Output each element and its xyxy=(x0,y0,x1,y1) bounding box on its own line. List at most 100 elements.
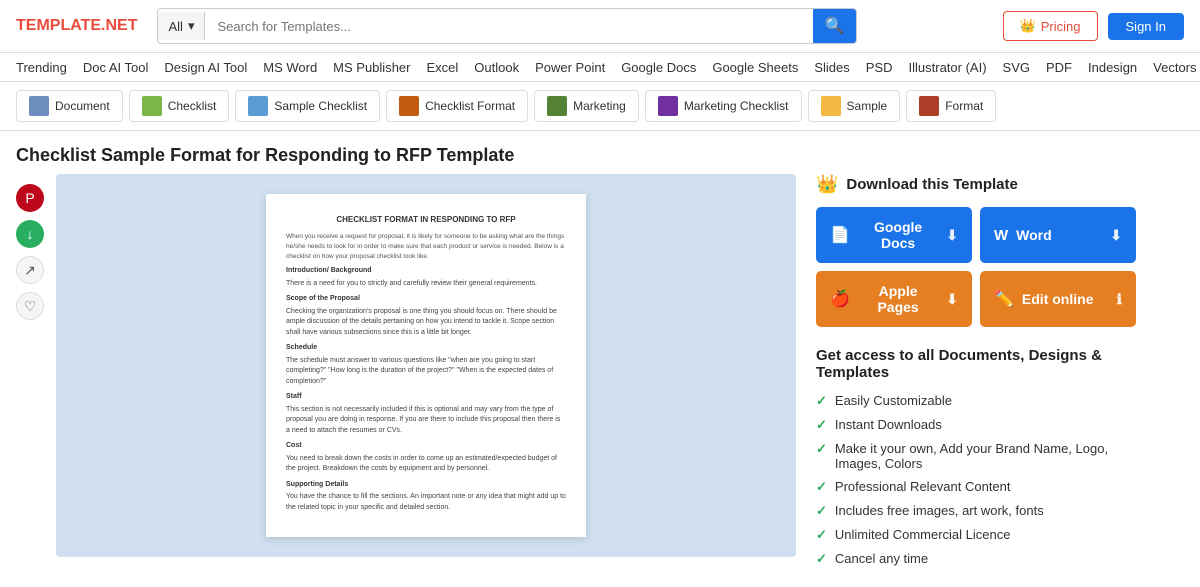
apple-pages-btn-left: 🍎 Apple Pages xyxy=(830,283,938,315)
cat-label-document: Document xyxy=(55,99,110,113)
apple-pages-label: Apple Pages xyxy=(858,283,938,315)
download-buttons-grid: 📄 Google Docs ⬇ W Word ⬇ 🍎 Apple Pages ⬇ xyxy=(816,207,1136,327)
download-apple-pages-button[interactable]: 🍎 Apple Pages ⬇ xyxy=(816,271,972,327)
access-item-5: Unlimited Commercial Licence xyxy=(835,527,1011,542)
nav-svg[interactable]: SVG xyxy=(1003,60,1030,75)
category-tabs: Document Checklist Sample Checklist Chec… xyxy=(0,82,1200,131)
google-docs-icon: 📄 xyxy=(830,225,850,245)
checkmark-icon: ✓ xyxy=(816,441,827,457)
cat-label-marketing: Marketing xyxy=(573,99,626,113)
template-doc-supporting-body: You have the chance to fill the sections… xyxy=(286,492,566,513)
search-category-label: All xyxy=(168,19,182,34)
template-doc-cost-body: You need to break down the costs in orde… xyxy=(286,454,566,475)
marketing-checklist-icon xyxy=(658,96,678,116)
signin-button[interactable]: Sign In xyxy=(1108,13,1184,40)
logo-suffix: .NET xyxy=(101,17,137,34)
list-item: ✓ Instant Downloads xyxy=(816,417,1136,433)
nav-ms-word[interactable]: MS Word xyxy=(263,60,317,75)
google-docs-download-icon: ⬇ xyxy=(946,227,958,244)
chevron-down-icon: ▾ xyxy=(188,18,195,34)
access-item-6: Cancel any time xyxy=(835,551,928,566)
search-category-dropdown[interactable]: All ▾ xyxy=(158,12,205,40)
nav-power-point[interactable]: Power Point xyxy=(535,60,605,75)
template-doc-cost-heading: Cost xyxy=(286,441,566,452)
nav-google-docs[interactable]: Google Docs xyxy=(621,60,696,75)
nav-illustrator[interactable]: Illustrator (AI) xyxy=(909,60,987,75)
template-doc-intro-body: There is a need for you to strictly and … xyxy=(286,279,566,290)
access-section-header: Get access to all Documents, Designs & T… xyxy=(816,347,1136,381)
edit-online-button[interactable]: ✏️ Edit online ℹ xyxy=(980,271,1136,327)
cat-tab-marketing[interactable]: Marketing xyxy=(534,90,639,122)
sample-icon xyxy=(821,96,841,116)
word-download-icon: ⬇ xyxy=(1110,227,1122,244)
apple-pages-icon: 🍎 xyxy=(830,289,850,309)
download-google-docs-button[interactable]: 📄 Google Docs ⬇ xyxy=(816,207,972,263)
favorite-button[interactable]: ♡ xyxy=(16,292,44,320)
sample-checklist-icon xyxy=(248,96,268,116)
nav-excel[interactable]: Excel xyxy=(426,60,458,75)
download-button[interactable]: ↓ xyxy=(16,220,44,248)
cat-label-checklist: Checklist xyxy=(168,99,217,113)
logo-text: TEMPLATE xyxy=(16,17,101,34)
download-header: 👑 Download this Template xyxy=(816,174,1136,195)
nav-google-sheets[interactable]: Google Sheets xyxy=(712,60,798,75)
logo[interactable]: TEMPLATE.NET xyxy=(16,17,137,35)
pinterest-share-button[interactable]: P xyxy=(16,184,44,212)
nav-outlook[interactable]: Outlook xyxy=(474,60,519,75)
template-doc-intro-text: When you receive a request for proposal,… xyxy=(286,232,566,261)
access-item-1: Instant Downloads xyxy=(835,417,942,432)
share-button[interactable]: ↗ xyxy=(16,256,44,284)
cat-tab-checklist[interactable]: Checklist xyxy=(129,90,230,122)
checklist-format-icon xyxy=(399,96,419,116)
cat-label-marketing-checklist: Marketing Checklist xyxy=(684,99,789,113)
nav-trending[interactable]: Trending xyxy=(16,60,67,75)
access-item-4: Includes free images, art work, fonts xyxy=(835,503,1044,518)
header-right: 👑 Pricing Sign In xyxy=(1003,11,1184,41)
word-btn-left: W Word xyxy=(994,227,1052,244)
template-doc-schedule-heading: Schedule xyxy=(286,343,566,354)
template-document: CHECKLIST FORMAT IN RESPONDING TO RFP Wh… xyxy=(266,194,586,537)
cat-tab-sample-checklist[interactable]: Sample Checklist xyxy=(235,90,380,122)
pricing-label: Pricing xyxy=(1041,19,1081,34)
pricing-button[interactable]: 👑 Pricing xyxy=(1003,11,1098,41)
list-item: ✓ Includes free images, art work, fonts xyxy=(816,503,1136,519)
edit-online-btn-left: ✏️ Edit online xyxy=(994,289,1093,309)
template-doc-scope-heading: Scope of the Proposal xyxy=(286,294,566,305)
nav-indesign[interactable]: Indesign xyxy=(1088,60,1137,75)
nav-psd[interactable]: PSD xyxy=(866,60,893,75)
template-doc-scope-body: Checking the organization's proposal is … xyxy=(286,307,566,339)
format-icon xyxy=(919,96,939,116)
cat-tab-format[interactable]: Format xyxy=(906,90,996,122)
download-panel: 👑 Download this Template 📄 Google Docs ⬇… xyxy=(816,174,1136,567)
template-doc-title: CHECKLIST FORMAT IN RESPONDING TO RFP xyxy=(286,214,566,226)
nav-ms-publisher[interactable]: MS Publisher xyxy=(333,60,410,75)
edit-online-icon: ✏️ xyxy=(994,289,1014,309)
nav-bar: Trending Doc AI Tool Design AI Tool MS W… xyxy=(0,53,1200,82)
checkmark-icon: ✓ xyxy=(816,551,827,567)
download-word-button[interactable]: W Word ⬇ xyxy=(980,207,1136,263)
cat-tab-checklist-format[interactable]: Checklist Format xyxy=(386,90,528,122)
nav-design-ai-tool[interactable]: Design AI Tool xyxy=(164,60,247,75)
marketing-icon xyxy=(547,96,567,116)
nav-doc-ai-tool[interactable]: Doc AI Tool xyxy=(83,60,149,75)
cat-tab-marketing-checklist[interactable]: Marketing Checklist xyxy=(645,90,802,122)
cat-label-sample-checklist: Sample Checklist xyxy=(274,99,367,113)
nav-slides[interactable]: Slides xyxy=(814,60,849,75)
list-item: ✓ Cancel any time xyxy=(816,551,1136,567)
search-button[interactable]: 🔍 xyxy=(813,9,857,43)
checkmark-icon: ✓ xyxy=(816,479,827,495)
nav-pdf[interactable]: PDF xyxy=(1046,60,1072,75)
cat-tab-sample[interactable]: Sample xyxy=(808,90,901,122)
word-icon: W xyxy=(994,227,1008,244)
edit-online-label: Edit online xyxy=(1022,291,1094,307)
template-doc-intro-heading: Introduction/ Background xyxy=(286,266,566,277)
checkmark-icon: ✓ xyxy=(816,393,827,409)
checklist-icon xyxy=(142,96,162,116)
cat-label-sample: Sample xyxy=(847,99,888,113)
google-docs-btn-left: 📄 Google Docs xyxy=(830,219,938,251)
edit-online-info-icon: ℹ xyxy=(1117,291,1122,308)
search-input[interactable] xyxy=(205,12,812,41)
cat-tab-document[interactable]: Document xyxy=(16,90,123,122)
nav-vectors[interactable]: Vectors (EPS) xyxy=(1153,60,1200,75)
template-doc-schedule-body: The schedule must answer to various ques… xyxy=(286,356,566,388)
